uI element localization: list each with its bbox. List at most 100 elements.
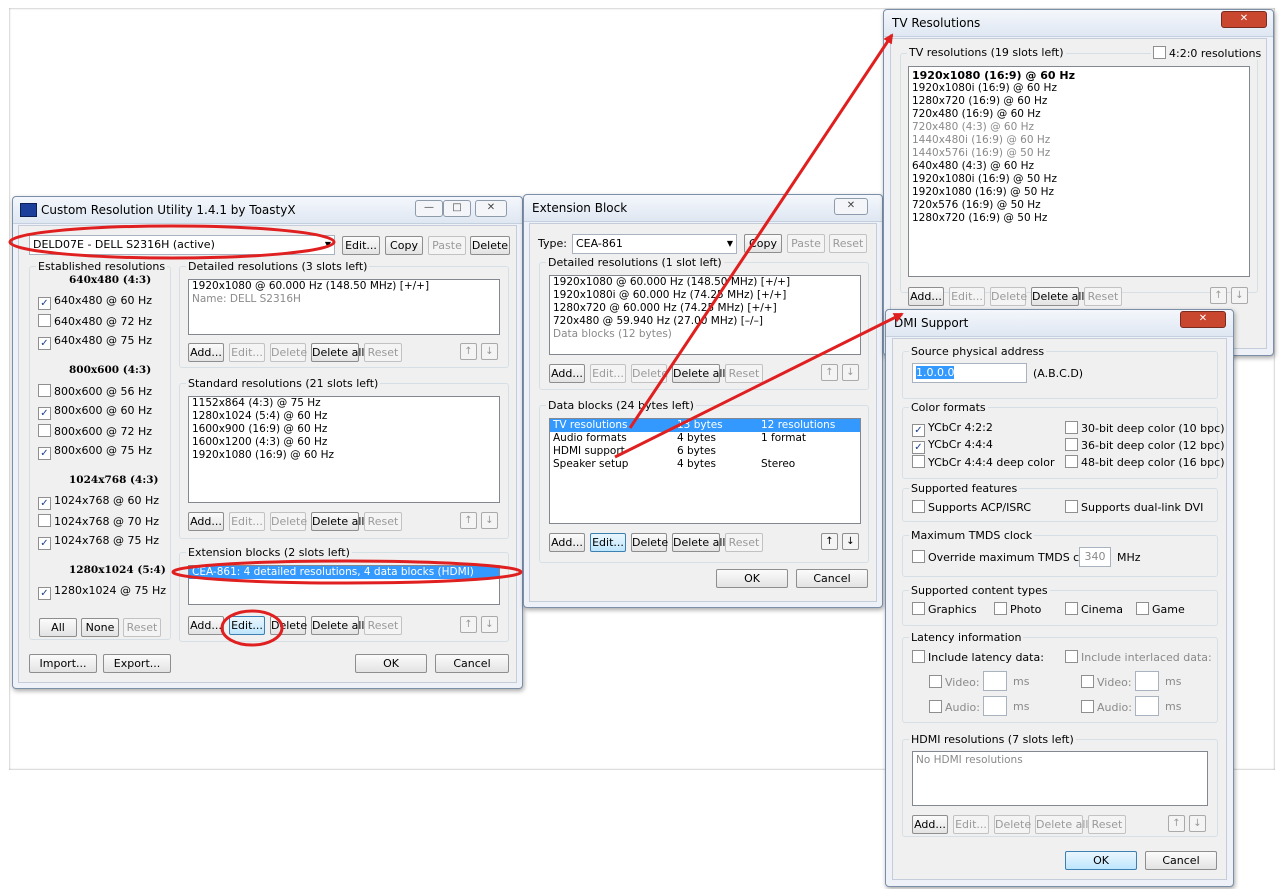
standard-list[interactable]: 1152x864 (4:3) @ 75 Hz 1280x1024 (5:4) @… — [188, 396, 500, 503]
delete-button[interactable]: Delete — [270, 616, 307, 635]
delete-all-button[interactable]: Delete all — [1035, 815, 1089, 834]
all-button[interactable]: All — [39, 618, 77, 637]
list-item[interactable]: 1152x864 (4:3) @ 75 Hz — [189, 397, 499, 410]
add-button[interactable]: Add... — [549, 533, 585, 552]
list-item[interactable]: 1920x1080 (16:9) @ 60 Hz — [909, 69, 1249, 82]
video-latency-checkbox[interactable]: Video: — [929, 675, 980, 689]
content-type-checkbox[interactable]: Graphics — [912, 602, 977, 616]
delete-button[interactable]: Delete — [631, 364, 668, 383]
reset-button[interactable]: Reset — [364, 343, 402, 362]
none-button[interactable]: None — [81, 618, 119, 637]
reset-button[interactable]: Reset — [1088, 815, 1126, 834]
color-format-checkbox[interactable]: YCbCr 4:4:4 deep color — [912, 455, 1054, 469]
spa-input[interactable]: 1.0.0.0 — [912, 363, 1027, 383]
reset-button[interactable]: Reset — [1084, 287, 1122, 306]
hdmi-res-list[interactable]: No HDMI resolutions — [912, 751, 1208, 806]
monitor-edit-button[interactable]: Edit... — [342, 236, 380, 255]
type-select[interactable]: CEA-861 ▼ — [572, 234, 737, 254]
ext-ok-button[interactable]: OK — [716, 569, 788, 588]
add-button[interactable]: Add... — [549, 364, 585, 383]
list-item[interactable]: 1920x1080 @ 60.000 Hz (148.50 MHz) [+/+] — [189, 280, 499, 293]
add-button[interactable]: Add... — [912, 815, 948, 834]
reset-button[interactable]: Reset — [364, 512, 402, 531]
edit-button[interactable]: Edit... — [590, 533, 626, 552]
delete-all-button[interactable]: Delete all — [311, 616, 365, 635]
move-up-button[interactable]: ↑ — [821, 533, 838, 550]
table-row[interactable]: Speaker setup 4 bytes Stereo — [550, 458, 860, 471]
established-checkbox[interactable]: ✓ 1024x768 @ 75 Hz — [38, 534, 159, 550]
delete-all-button[interactable]: Delete all — [672, 533, 726, 552]
ext-detailed-list[interactable]: 1920x1080 @ 60.000 Hz (148.50 MHz) [+/+]… — [549, 275, 861, 355]
add-button[interactable]: Add... — [908, 287, 944, 306]
table-row[interactable]: TV resolutions 13 bytes 12 resolutions — [550, 419, 860, 432]
content-type-checkbox[interactable]: Photo — [994, 602, 1041, 616]
tv-resolution-list[interactable]: 1920x1080 (16:9) @ 60 Hz 1920x1080i (16:9… — [908, 66, 1250, 277]
list-item[interactable]: 1280x720 (16:9) @ 50 Hz — [909, 212, 1249, 225]
monitor-delete-button[interactable]: Delete — [470, 236, 510, 255]
list-item[interactable]: 720x480 @ 59.940 Hz (27.00 MHz) [–/–] — [550, 315, 860, 328]
delete-button[interactable]: Delete — [994, 815, 1031, 834]
est-reset-button[interactable]: Reset — [123, 618, 161, 637]
delete-button[interactable]: Delete — [631, 533, 668, 552]
hdmi-cancel-button[interactable]: Cancel — [1145, 851, 1217, 870]
tmds-override-checkbox[interactable]: Override maximum TMDS clock: — [912, 550, 1105, 564]
established-checkbox[interactable]: 640x480 @ 72 Hz — [38, 314, 152, 328]
move-up-button[interactable]: ↑ — [1210, 287, 1227, 304]
maximize-button[interactable]: □ — [443, 200, 471, 217]
edit-button[interactable]: Edit... — [949, 287, 985, 306]
list-item[interactable]: 720x480 (16:9) @ 60 Hz — [909, 108, 1249, 121]
tmds-input[interactable]: 340 — [1079, 547, 1111, 567]
detailed-list[interactable]: 1920x1080 @ 60.000 Hz (148.50 MHz) [+/+]… — [188, 279, 500, 335]
move-up-button[interactable]: ↑ — [460, 343, 477, 360]
established-checkbox[interactable]: ✓ 1280x1024 @ 75 Hz — [38, 584, 166, 600]
move-up-button[interactable]: ↑ — [1168, 815, 1185, 832]
list-item[interactable]: Data blocks (12 bytes) — [550, 328, 860, 341]
move-down-button[interactable]: ↓ — [1231, 287, 1248, 304]
hdmi-ok-button[interactable]: OK — [1065, 851, 1137, 870]
monitor-copy-button[interactable]: Copy — [385, 236, 423, 255]
video-latency-checkbox[interactable]: Video: — [1081, 675, 1132, 689]
list-item[interactable]: 1920x1080i (16:9) @ 60 Hz — [909, 82, 1249, 95]
close-button[interactable]: ✕ — [475, 200, 507, 217]
list-item[interactable]: 720x576 (16:9) @ 50 Hz — [909, 199, 1249, 212]
established-checkbox[interactable]: ✓ 800x600 @ 75 Hz — [38, 444, 152, 460]
established-checkbox[interactable]: ✓ 1024x768 @ 60 Hz — [38, 494, 159, 510]
move-down-button[interactable]: ↓ — [842, 364, 859, 381]
list-item[interactable]: 640x480 (4:3) @ 60 Hz — [909, 160, 1249, 173]
move-down-button[interactable]: ↓ — [1189, 815, 1206, 832]
dual-link-checkbox[interactable]: Supports dual-link DVI — [1065, 500, 1203, 514]
table-row[interactable]: Audio formats 4 bytes 1 format — [550, 432, 860, 445]
reset-button[interactable]: Reset — [725, 533, 763, 552]
ext-paste-button[interactable]: Paste — [787, 234, 825, 253]
add-button[interactable]: Add... — [188, 616, 224, 635]
ycbcr420-checkbox[interactable]: 4:2:0 resolutions — [1151, 46, 1264, 60]
move-down-button[interactable]: ↓ — [842, 533, 859, 550]
delete-all-button[interactable]: Delete all — [311, 343, 365, 362]
content-type-checkbox[interactable]: Game — [1136, 602, 1185, 616]
audio-latency-input[interactable] — [983, 696, 1007, 716]
list-item[interactable]: CEA-861: 4 detailed resolutions, 4 data … — [189, 566, 499, 579]
ext-copy-button[interactable]: Copy — [744, 234, 782, 253]
list-item[interactable]: 1280x1024 (5:4) @ 60 Hz — [189, 410, 499, 423]
list-item[interactable]: 1280x720 @ 60.000 Hz (74.25 MHz) [+/+] — [550, 302, 860, 315]
delete-all-button[interactable]: Delete all — [311, 512, 365, 531]
ext-reset-button[interactable]: Reset — [829, 234, 867, 253]
delete-all-button[interactable]: Delete all — [1031, 287, 1085, 306]
monitor-select[interactable]: DELD07E - DELL S2316H (active) ▼ — [29, 235, 335, 255]
established-checkbox[interactable]: ✓ 640x480 @ 75 Hz — [38, 334, 152, 350]
list-item[interactable]: 720x480 (4:3) @ 60 Hz — [909, 121, 1249, 134]
list-item[interactable]: 1920x1080i (16:9) @ 50 Hz — [909, 173, 1249, 186]
edit-button[interactable]: Edit... — [953, 815, 989, 834]
edit-button[interactable]: Edit... — [590, 364, 626, 383]
monitor-paste-button[interactable]: Paste — [428, 236, 466, 255]
minimize-button[interactable]: — — [415, 200, 443, 217]
list-item[interactable]: 1600x900 (16:9) @ 60 Hz — [189, 423, 499, 436]
color-format-checkbox[interactable]: ✓ YCbCr 4:4:4 — [912, 438, 993, 454]
close-button[interactable]: ✕ — [834, 198, 868, 215]
move-up-button[interactable]: ↑ — [460, 512, 477, 529]
add-button[interactable]: Add... — [188, 512, 224, 531]
ext-cancel-button[interactable]: Cancel — [796, 569, 868, 588]
established-checkbox[interactable]: 1024x768 @ 70 Hz — [38, 514, 159, 528]
edit-button[interactable]: Edit... — [229, 616, 265, 635]
export-button[interactable]: Export... — [103, 654, 171, 673]
